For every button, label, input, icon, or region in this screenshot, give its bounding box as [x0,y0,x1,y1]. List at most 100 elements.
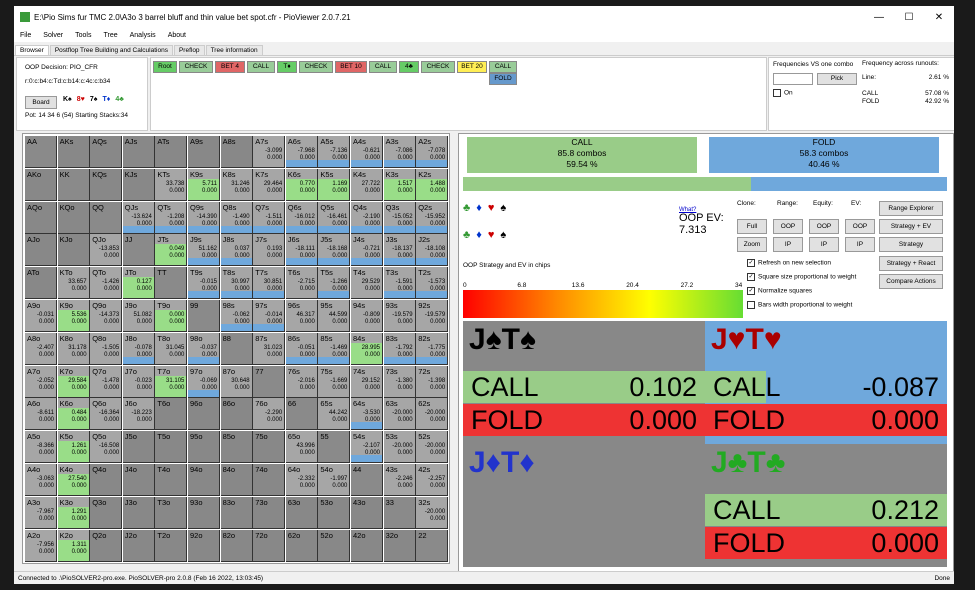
hand-cell[interactable]: JTs 0.049 0.000 [155,234,188,267]
minimize-button[interactable]: — [864,12,894,23]
hand-cell[interactable]: QJs -13.624 0.000 [122,201,155,234]
tree-node-call[interactable]: CALL [369,61,397,73]
hand-cell[interactable]: KJo [57,234,90,267]
hand-cell[interactable]: K6o 0.484 0.000 [57,398,90,431]
hand-cell[interactable]: 65o 43.996 0.000 [285,431,318,464]
hand-cell[interactable]: 63o [285,496,318,529]
hand-cell[interactable]: J5s -18.168 0.000 [318,234,351,267]
hand-cell[interactable]: J8s 0.037 0.000 [220,234,253,267]
full-button[interactable]: Full [737,219,767,234]
hand-cell[interactable]: T3s -1.591 0.000 [383,267,416,300]
hand-cell[interactable]: J9o 51.082 0.000 [122,300,155,332]
hand-cell[interactable]: KTs 33.738 0.000 [155,168,188,201]
hand-cell[interactable]: 87o 30.648 0.000 [220,365,253,398]
hand-cell[interactable]: T6s -2.715 0.000 [285,267,318,300]
hand-cell[interactable]: A6o -8.611 0.000 [25,398,57,431]
hand-cell[interactable]: 77 [253,365,286,398]
hand-cell[interactable]: Q8s -1.490 0.000 [220,201,253,234]
hand-cell[interactable]: J3s -18.137 0.000 [383,234,416,267]
hand-cell[interactable]: K7o 29.584 0.000 [57,365,90,398]
range-ip-button[interactable]: IP [773,237,803,252]
tree-node-fold[interactable]: FOLD [489,73,517,85]
hand-cell[interactable]: 84o [220,464,253,496]
hand-cell[interactable]: 52o [318,529,351,562]
suit-filter-icon[interactable]: ♥ [488,202,495,214]
range-explorer-button[interactable]: Range Explorer [879,201,943,216]
hand-cell[interactable]: T9s -0.015 0.000 [188,267,220,300]
hand-cell[interactable]: K6s 0.770 0.000 [285,168,318,201]
hand-cell[interactable]: T7o 31.105 0.000 [155,365,188,398]
ev-ip-button[interactable]: IP [845,237,875,252]
hand-cell[interactable]: T5s -1.266 0.000 [318,267,351,300]
hand-cell[interactable]: Q2o [90,529,123,562]
hand-cell[interactable]: 92s -19.579 0.000 [416,300,449,332]
hand-cell[interactable]: J3o [122,496,155,529]
hand-cell[interactable]: AJo [25,234,57,267]
hand-cell[interactable]: AQo [25,201,57,234]
bars-width-checkbox[interactable]: Bars width proportional to weight [747,301,852,309]
hand-cell[interactable]: 53s -20.000 0.000 [383,431,416,464]
strategy-button[interactable]: Strategy [879,237,943,252]
hand-cell[interactable]: KJs [122,168,155,201]
hand-cell[interactable]: 94o [188,464,220,496]
hand-cell[interactable]: 82o [220,529,253,562]
hand-cell[interactable]: 85s -1.469 0.000 [318,332,351,365]
hand-cell[interactable]: T4o [155,464,188,496]
tree-node-call[interactable]: CALL [247,61,275,73]
menu-file[interactable]: File [20,32,31,39]
hand-cell[interactable]: J2o [122,529,155,562]
hand-cell[interactable]: 95o [188,431,220,464]
hand-cell[interactable]: K3o 1.291 0.000 [57,496,90,529]
hand-cell[interactable]: QJo -13.853 0.000 [90,234,123,267]
hand-cell[interactable]: 62s -20.000 0.000 [416,398,449,431]
hand-cell[interactable]: K8s 31.246 0.000 [220,168,253,201]
hand-cell[interactable]: 92o [188,529,220,562]
hand-cell[interactable]: KQo [57,201,90,234]
hand-cell[interactable]: 97s -0.014 0.000 [253,300,286,332]
menu-about[interactable]: About [168,32,186,39]
hand-cell[interactable]: K2s 1.488 0.000 [416,168,449,201]
hand-cell[interactable]: A2s -7.078 0.000 [416,136,449,168]
suit-filter-icon[interactable]: ♣ [463,202,470,214]
hand-cell[interactable]: 94s -0.809 0.000 [351,300,383,332]
refresh-checkbox[interactable]: ✓ Refresh on new selection [747,259,831,267]
hand-cell[interactable]: T2s -1.573 0.000 [416,267,449,300]
tree-node-check[interactable]: CHECK [299,61,333,73]
hand-cell[interactable]: 64o -2.332 0.000 [285,464,318,496]
hand-cell[interactable]: 85o [220,431,253,464]
hand-cell[interactable]: 96s 46.317 0.000 [285,300,318,332]
hand-cell[interactable]: ATs [155,136,188,168]
hand-cell[interactable]: 74s 29.152 0.000 [351,365,383,398]
hand-cell[interactable]: Q3s -15.052 0.000 [383,201,416,234]
hand-cell[interactable]: J2s -18.108 0.000 [416,234,449,267]
menu-tree[interactable]: Tree [103,32,117,39]
hand-cell[interactable]: 66 [285,398,318,431]
hand-cell[interactable]: J9s 51.162 0.000 [188,234,220,267]
hand-cell[interactable]: Q8o -1.505 0.000 [90,332,123,365]
menu-tools[interactable]: Tools [75,32,91,39]
hand-cell[interactable]: K8o 31.178 0.000 [57,332,90,365]
zoom-button[interactable]: Zoom [737,237,767,252]
hand-cell[interactable]: A9o -0.031 0.000 [25,300,57,332]
hand-cell[interactable]: 75s -1.669 0.000 [318,365,351,398]
hand-cell[interactable]: 63s -20.000 0.000 [383,398,416,431]
hand-cell[interactable]: Q5s -16.461 0.000 [318,201,351,234]
hand-cell[interactable]: T5o [155,431,188,464]
hand-cell[interactable]: 33 [383,496,416,529]
hand-cell[interactable]: A5o -8.366 0.000 [25,431,57,464]
hand-cell[interactable]: 97o -0.069 0.000 [188,365,220,398]
equity-ip-button[interactable]: IP [809,237,839,252]
hand-cell[interactable]: A3o -7.967 0.000 [25,496,57,529]
hand-cell[interactable]: 98o -0.037 0.000 [188,332,220,365]
close-button[interactable]: ✕ [924,12,954,23]
hand-cell[interactable]: A3s -7.086 0.000 [383,136,416,168]
tree-node-4[interactable]: 4♣ [399,61,419,73]
hand-cell[interactable]: T4s 29.529 0.000 [351,267,383,300]
fold-action-box[interactable]: FOLD 58.3 combos 40.46 % [709,137,939,173]
hand-cell[interactable]: 22 [416,529,449,562]
hand-cell[interactable]: 72o [253,529,286,562]
combo-pane[interactable]: J♦T♦ [463,444,705,567]
tree-node-t[interactable]: T♦ [277,61,297,73]
hand-cell[interactable]: 93s -19.579 0.000 [383,300,416,332]
tree-node-check[interactable]: CHECK [179,61,213,73]
